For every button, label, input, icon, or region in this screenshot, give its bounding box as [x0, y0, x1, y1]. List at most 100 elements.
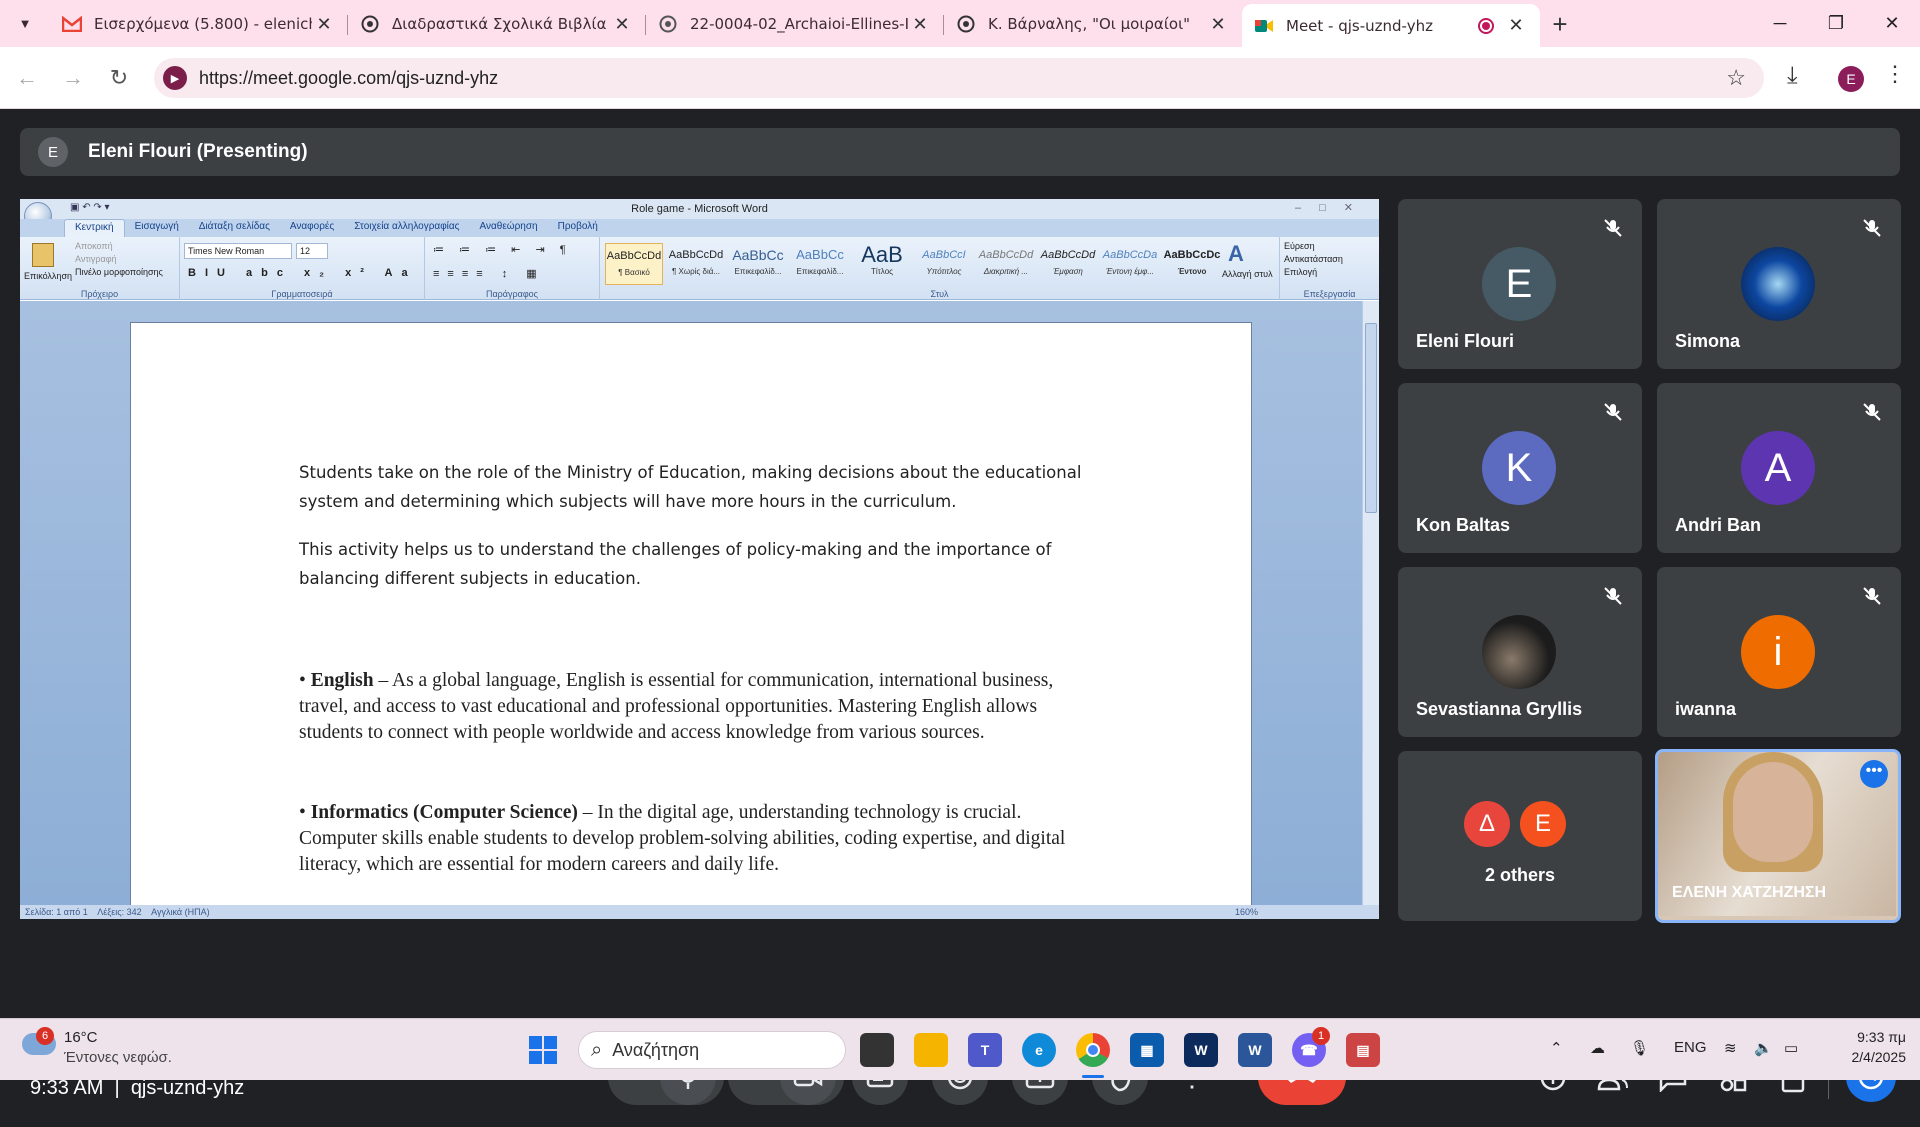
font-size-select[interactable]: 12	[296, 243, 328, 259]
clock-time[interactable]: 9:33 πμ	[1826, 1029, 1906, 1045]
style-subtle-emphasis[interactable]: AaBbCcDd Διακριτική ...	[977, 243, 1035, 285]
battery-icon[interactable]: ▭	[1784, 1039, 1798, 1057]
weather-desc[interactable]: Έντονες νεφώσ.	[64, 1049, 172, 1066]
ribbon-tab-references[interactable]: Αναφορές	[280, 219, 344, 237]
self-view-tile[interactable]: ••• ΕΛΕΝΗ ΧΑΤΖΗΖΗΣΗ	[1655, 749, 1901, 923]
globe-icon	[658, 14, 678, 34]
mic-tray-icon[interactable]: 🎙	[1630, 1039, 1649, 1057]
minimize-button[interactable]: ─	[1752, 0, 1808, 47]
replace-button[interactable]: Αντικατάσταση	[1284, 254, 1343, 264]
taskbar-search[interactable]: ⌕ Αναζήτηση	[578, 1031, 846, 1069]
style-heading-1[interactable]: AaBbCc Επικεφαλίδ...	[729, 243, 787, 285]
style-no-spacing[interactable]: AaBbCcDd ¶ Χωρίς διά...	[667, 243, 725, 285]
task-view-icon[interactable]	[860, 1033, 894, 1067]
format-painter-button[interactable]: Πινέλο μορφοποίησης	[75, 267, 163, 277]
document-page[interactable]: Students take on the role of the Ministr…	[130, 322, 1252, 912]
bookmark-star-icon[interactable]: ☆	[1726, 65, 1746, 91]
cut-button[interactable]: Αποκοπή	[75, 241, 113, 251]
close-tab-icon[interactable]: ✕	[610, 14, 634, 35]
calculator-icon[interactable]: ▤	[1346, 1033, 1380, 1067]
site-info-icon[interactable]: ▶	[163, 66, 187, 90]
download-icon[interactable]: ⤓	[1787, 62, 1798, 90]
style-normal[interactable]: AaBbCcDd ¶ Βασικό	[605, 243, 663, 285]
globe-icon	[956, 14, 976, 34]
close-tab-icon[interactable]: ✕	[908, 14, 932, 35]
style-name: Επικεφαλίδ...	[796, 267, 844, 276]
language-indicator[interactable]: ENG	[1674, 1039, 1707, 1056]
participant-tile[interactable]: Sevastianna Gryllis	[1398, 567, 1642, 737]
clock-date[interactable]: 2/4/2025	[1826, 1049, 1907, 1065]
font-format-buttons[interactable]: BIU abc x₂ x² Aa	[188, 267, 417, 279]
restore-button[interactable]: ❐	[1808, 0, 1864, 47]
participant-tile[interactable]: i iwanna	[1657, 567, 1901, 737]
edge-icon[interactable]: e	[1022, 1033, 1056, 1067]
others-tile[interactable]: Δ E 2 others	[1398, 751, 1642, 921]
copy-button[interactable]: Αντιγραφή	[75, 254, 117, 264]
change-styles-icon[interactable]: A	[1228, 241, 1244, 267]
participant-tile[interactable]: A Andri Ban	[1657, 383, 1901, 553]
volume-icon[interactable]: 🔈	[1754, 1039, 1773, 1057]
close-window-button[interactable]: ✕	[1864, 0, 1920, 47]
forward-button[interactable]: →	[56, 61, 90, 95]
profile-avatar[interactable]: E	[1838, 66, 1864, 92]
status-zoom[interactable]: 160%	[1235, 905, 1258, 919]
file-explorer-icon[interactable]	[914, 1033, 948, 1067]
style-subtitle[interactable]: AaBbCcI Υπότιτλος	[915, 243, 973, 285]
ribbon-tab-mailings[interactable]: Στοιχεία αλληλογραφίας	[344, 219, 469, 237]
style-heading-2[interactable]: AaBbCc Επικεφαλίδ...	[791, 243, 849, 285]
browser-menu-icon[interactable]: ⋮	[1884, 61, 1906, 87]
find-button[interactable]: Εύρεση	[1284, 241, 1315, 251]
browser-tab-meet[interactable]: Meet - qjs-uznd-yhz ✕	[1242, 4, 1540, 47]
chrome-icon[interactable]	[1076, 1033, 1110, 1067]
url-text[interactable]: https://meet.google.com/qjs-uznd-yhz	[199, 68, 1726, 89]
tab-search-menu[interactable]: ▼	[0, 0, 50, 47]
style-sample: AaBbCcDa	[1102, 249, 1158, 261]
scrollbar-thumb[interactable]	[1365, 323, 1377, 513]
mic-off-icon	[1604, 219, 1622, 237]
more-options-icon[interactable]: •••	[1860, 760, 1888, 788]
reload-button[interactable]: ↻	[102, 61, 136, 95]
font-group: Times New Roman 12 BIU abc x₂ x² Aa Γραμ…	[180, 237, 425, 300]
ribbon-tab-view[interactable]: Προβολή	[548, 219, 608, 237]
style-intense-emphasis[interactable]: AaBbCcDa Έντονη έμφ...	[1101, 243, 1159, 285]
browser-tab-varnalis[interactable]: Κ. Βάρναλης, "Οι μοιραίοι" ✕	[944, 5, 1242, 43]
ribbon-tab-insert[interactable]: Εισαγωγή	[125, 219, 189, 237]
select-button[interactable]: Επιλογή	[1284, 267, 1317, 277]
new-tab-button[interactable]: +	[1540, 4, 1580, 44]
style-emphasis[interactable]: AaBbCcDd Έμφαση	[1039, 243, 1097, 285]
close-tab-icon[interactable]: ✕	[1206, 14, 1230, 35]
align-buttons[interactable]: ≡≡≡≡ ↕ ▦	[433, 267, 545, 280]
ribbon-tab-layout[interactable]: Διάταξη σελίδας	[189, 219, 280, 237]
close-tab-icon[interactable]: ✕	[1504, 15, 1528, 36]
participant-tile[interactable]: E Eleni Flouri	[1398, 199, 1642, 369]
wifi-icon[interactable]: ≋	[1724, 1039, 1737, 1057]
list-buttons[interactable]: ≔ ≔ ≔ ⇤ ⇥ ¶	[433, 243, 572, 256]
style-title[interactable]: AaB Τίτλος	[853, 243, 911, 285]
browser-tab-pdf[interactable]: 22-0004-02_Archaioi-Ellines-Ist ✕	[646, 5, 944, 43]
paste-icon[interactable]	[32, 243, 54, 267]
browser-tab-gmail[interactable]: Εισερχόμενα (5.800) - elenichat ✕	[50, 5, 348, 43]
participant-tile[interactable]: K Kon Baltas	[1398, 383, 1642, 553]
font-name-select[interactable]: Times New Roman	[184, 243, 292, 259]
style-name: Έμφαση	[1053, 267, 1083, 276]
ribbon-tab-home[interactable]: Κεντρική	[64, 219, 125, 237]
teams-icon[interactable]: T	[968, 1033, 1002, 1067]
close-tab-icon[interactable]: ✕	[312, 14, 336, 35]
ribbon-tab-review[interactable]: Αναθεώρηση	[470, 219, 548, 237]
zoom-app-icon[interactable]: W	[1184, 1033, 1218, 1067]
document-scrollbar[interactable]	[1362, 301, 1379, 905]
tray-expand-icon[interactable]: ⌃	[1550, 1039, 1563, 1057]
paste-label[interactable]: Επικόλληση	[24, 271, 72, 281]
start-button[interactable]	[526, 1033, 560, 1067]
style-strong[interactable]: AaBbCcDc Έντονο	[1163, 243, 1221, 285]
omnibox[interactable]: ▶ https://meet.google.com/qjs-uznd-yhz ☆	[154, 58, 1764, 98]
change-styles-label[interactable]: Αλλαγή στυλ	[1222, 269, 1273, 279]
onedrive-icon[interactable]: ☁	[1590, 1039, 1605, 1057]
weather-temp[interactable]: 16°C	[64, 1029, 98, 1046]
store-icon[interactable]: ▦	[1130, 1033, 1164, 1067]
arrow-right-icon: →	[62, 65, 84, 90]
browser-tab-books[interactable]: Διαδραστικά Σχολικά Βιβλία - / ✕	[348, 5, 646, 43]
word-icon[interactable]: W	[1238, 1033, 1272, 1067]
participant-tile[interactable]: Simona	[1657, 199, 1901, 369]
back-button[interactable]: ←	[10, 61, 44, 95]
